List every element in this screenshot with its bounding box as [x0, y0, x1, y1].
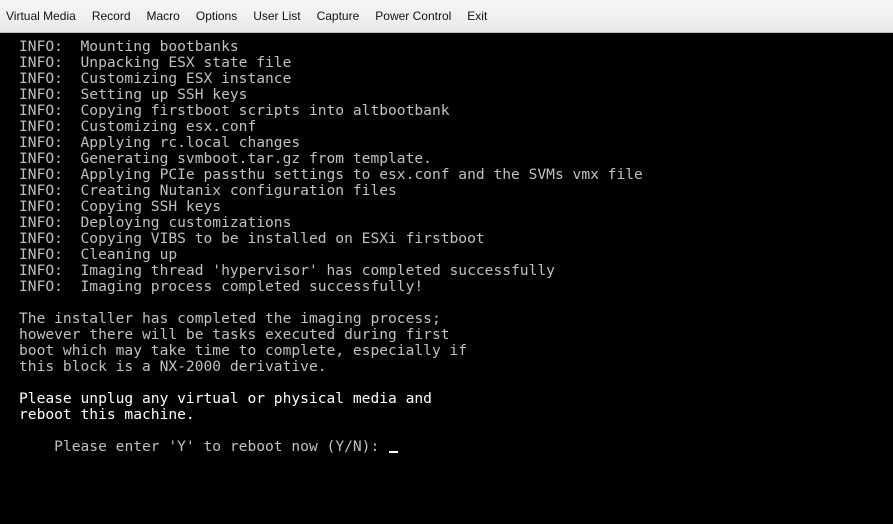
log-line: INFO: Setting up SSH keys: [19, 86, 248, 103]
log-line: INFO: Customizing esx.conf: [19, 118, 257, 135]
menu-bar: Virtual Media Record Macro Options User …: [0, 0, 893, 33]
log-line: INFO: Copying SSH keys: [19, 198, 222, 215]
menu-macro[interactable]: Macro: [139, 9, 188, 23]
warning-line: Please unplug any virtual or physical me…: [19, 390, 432, 407]
log-line: INFO: Mounting bootbanks: [19, 38, 239, 55]
menu-exit[interactable]: Exit: [459, 9, 495, 23]
log-line: INFO: Copying firstboot scripts into alt…: [19, 102, 450, 119]
reboot-prompt-line[interactable]: Please enter 'Y' to reboot now (Y/N):: [19, 423, 893, 455]
message-line: boot which may take time to complete, es…: [19, 342, 468, 359]
message-line: this block is a NX-2000 derivative.: [19, 358, 327, 375]
message-line: The installer has completed the imaging …: [19, 310, 441, 327]
log-line: INFO: Generating svmboot.tar.gz from tem…: [19, 150, 432, 167]
log-line: INFO: Deploying customizations: [19, 214, 292, 231]
text-cursor: [389, 451, 399, 453]
log-line: INFO: Applying PCIe passthu settings to …: [19, 166, 643, 183]
warning-line: reboot this machine.: [19, 406, 195, 423]
menu-capture[interactable]: Capture: [309, 9, 368, 23]
reboot-prompt: Please enter 'Y' to reboot now (Y/N):: [54, 438, 389, 455]
remote-console-screen[interactable]: INFO: Mounting bootbanks INFO: Unpacking…: [0, 33, 893, 524]
menu-options[interactable]: Options: [188, 9, 245, 23]
log-line: INFO: Customizing ESX instance: [19, 70, 292, 87]
log-line: INFO: Unpacking ESX state file: [19, 54, 292, 71]
log-line: INFO: Imaging thread 'hypervisor' has co…: [19, 262, 555, 279]
log-line: INFO: Cleaning up: [19, 246, 178, 263]
log-line: INFO: Creating Nutanix configuration fil…: [19, 182, 397, 199]
menu-power-control[interactable]: Power Control: [367, 9, 459, 23]
menu-virtual-media[interactable]: Virtual Media: [6, 9, 84, 23]
log-line: INFO: Imaging process completed successf…: [19, 278, 424, 295]
menu-user-list[interactable]: User List: [245, 9, 308, 23]
log-line: INFO: Copying VIBS to be installed on ES…: [19, 230, 485, 247]
menu-record[interactable]: Record: [84, 9, 139, 23]
message-line: however there will be tasks executed dur…: [19, 326, 450, 343]
log-line: INFO: Applying rc.local changes: [19, 134, 301, 151]
